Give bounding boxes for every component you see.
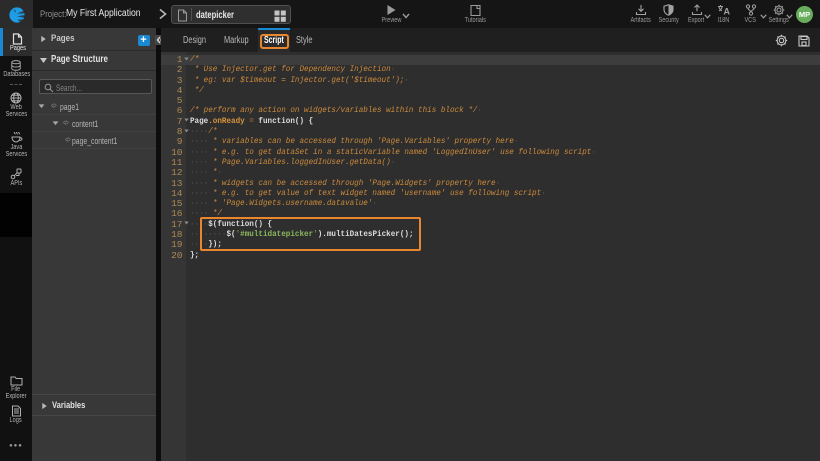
svg-text:A: A [724,7,731,17]
